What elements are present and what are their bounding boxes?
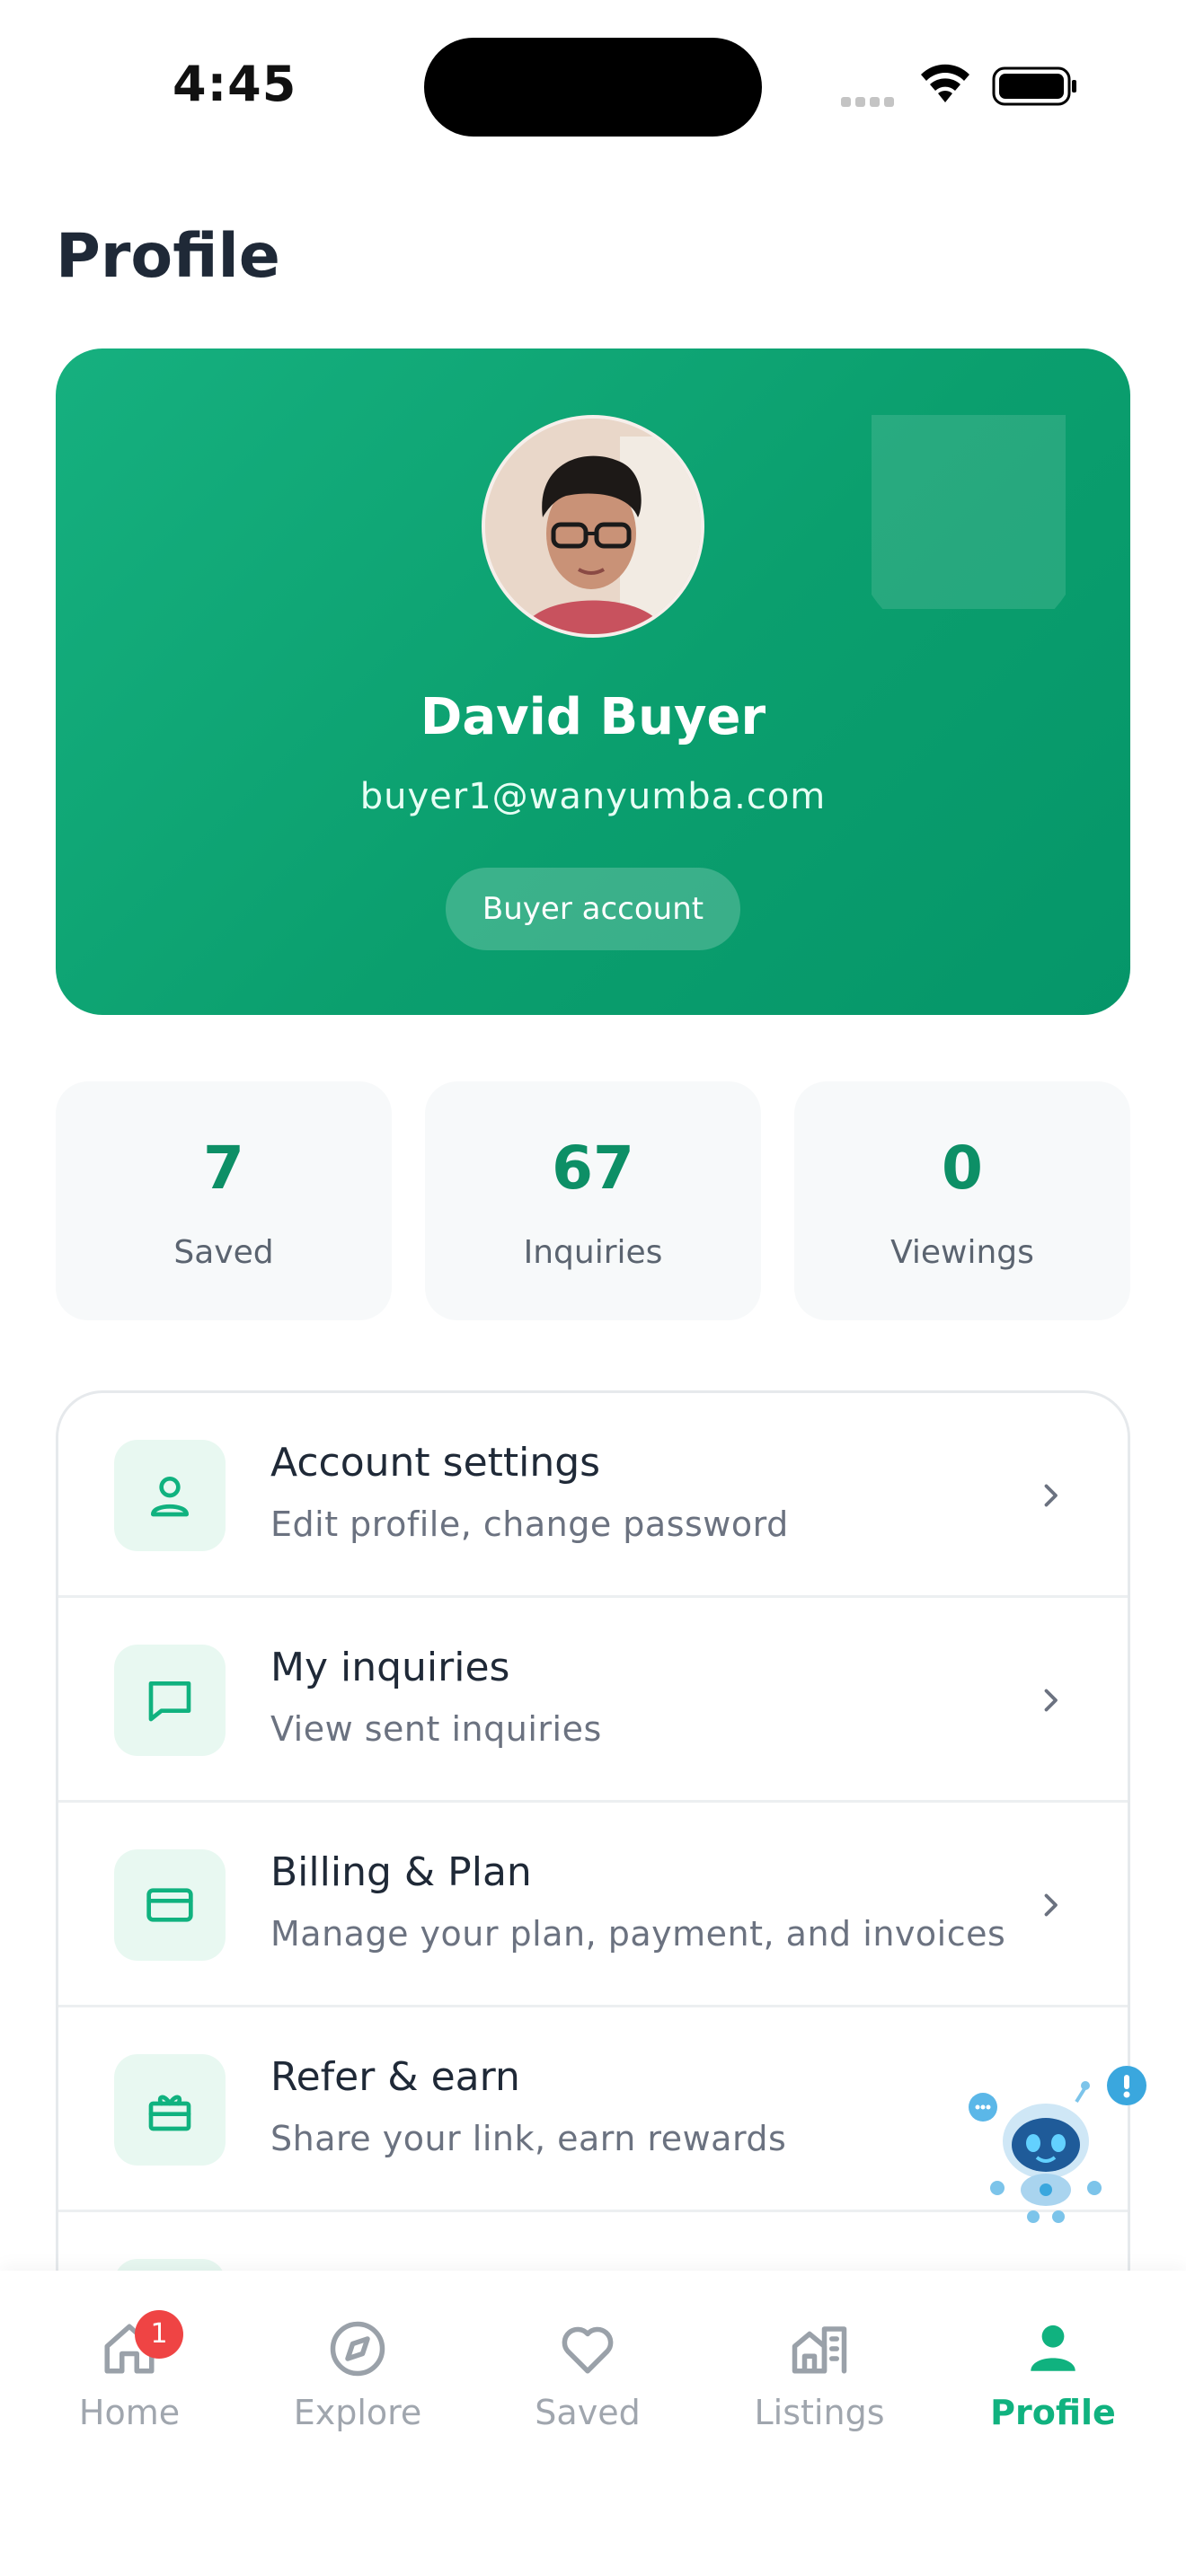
building-icon (792, 2326, 847, 2374)
menu-subtitle: Edit profile, change password (270, 1504, 789, 1544)
menu-item-billing-plan[interactable]: Billing & Plan Manage your plan, payment… (58, 1803, 1128, 2007)
tab-label: Profile (990, 2393, 1116, 2432)
dynamic-island (424, 38, 762, 137)
user-icon (114, 1440, 226, 1551)
menu-item-my-inquiries[interactable]: My inquiries View sent inquiries (58, 1598, 1128, 1803)
tab-label: Listings (754, 2393, 885, 2432)
menu-title: My inquiries (270, 1645, 510, 1690)
wifi-icon (921, 64, 969, 102)
stat-viewings[interactable]: 0 Viewings (794, 1081, 1130, 1320)
tab-profile[interactable]: Profile (963, 2319, 1143, 2454)
stat-value: 0 (942, 1134, 983, 1203)
status-bar: 4:45 (0, 0, 1186, 180)
tab-explore[interactable]: Explore (268, 2319, 447, 2454)
stat-label: Inquiries (523, 1234, 663, 1271)
stat-value: 7 (203, 1134, 244, 1203)
menu-item-refer-earn[interactable]: Refer & earn Share your link, earn rewar… (58, 2007, 1128, 2212)
profile-card: David Buyer buyer1@wanyumba.com Buyer ac… (56, 348, 1130, 1015)
avatar-photo (485, 419, 701, 634)
profile-name: David Buyer (420, 688, 766, 746)
message-icon (114, 1645, 226, 1756)
gift-icon (114, 2054, 226, 2166)
tab-label: Explore (293, 2393, 422, 2432)
person-icon (1031, 2325, 1075, 2371)
stat-inquiries[interactable]: 67 Inquiries (425, 1081, 761, 1320)
chevron-right-icon (1044, 1893, 1058, 1917)
heart-icon (562, 2326, 614, 2374)
tab-home[interactable]: 1 Home (40, 2310, 219, 2454)
menu-subtitle: View sent inquiries (270, 1709, 602, 1749)
battery-icon (992, 66, 1076, 106)
profile-email: buyer1@wanyumba.com (359, 776, 827, 817)
account-type-badge: Buyer account (446, 868, 740, 950)
menu-subtitle: Manage your plan, payment, and invoices (270, 1914, 1006, 1954)
menu-title: Account settings (270, 1440, 601, 1486)
cellular-signal-icon (841, 93, 898, 110)
chevron-right-icon (1044, 1689, 1058, 1712)
menu-title: Refer & earn (270, 2054, 520, 2100)
stat-label: Viewings (890, 1234, 1034, 1271)
assistant-bot-icon[interactable] (969, 2066, 1154, 2228)
tab-saved[interactable]: Saved (498, 2319, 677, 2454)
menu-item-account-settings[interactable]: Account settings Edit profile, change pa… (58, 1393, 1128, 1598)
tab-listings[interactable]: Listings (730, 2319, 909, 2454)
page-title: Profile (56, 221, 280, 292)
stat-value: 67 (552, 1134, 634, 1203)
credit-card-icon (114, 1849, 226, 1961)
menu-subtitle: Share your link, earn rewards (270, 2119, 787, 2158)
stat-saved[interactable]: 7 Saved (56, 1081, 392, 1320)
bottom-tab-bar: 1 Home Explore Saved Listings Profile (0, 2271, 1186, 2576)
compass-icon (330, 2321, 385, 2377)
tab-label: Home (78, 2393, 181, 2432)
status-time: 4:45 (173, 56, 297, 112)
tab-label: Saved (535, 2393, 641, 2432)
notification-badge: 1 (135, 2310, 183, 2359)
avatar[interactable] (482, 415, 704, 638)
decorative-shape (872, 415, 1066, 609)
chevron-right-icon (1044, 1484, 1058, 1507)
menu-title: Billing & Plan (270, 1849, 532, 1895)
stat-label: Saved (173, 1234, 274, 1271)
